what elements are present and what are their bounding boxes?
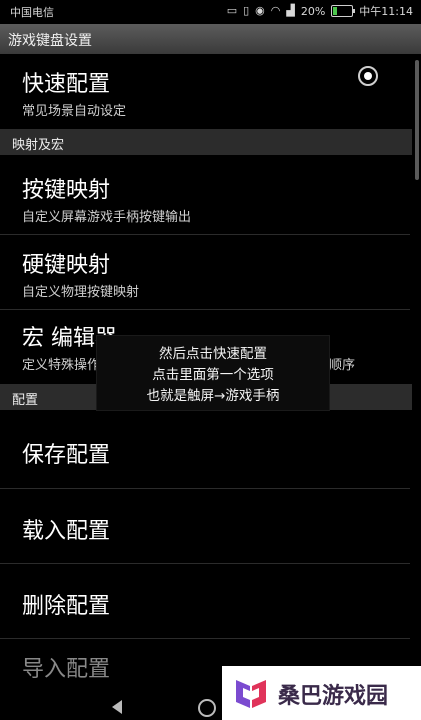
back-icon[interactable] [112, 700, 122, 714]
pref-summary: 常见场景自动设定 [22, 104, 127, 119]
pref-summary: 自定义物理按键映射 [22, 285, 140, 300]
home-icon[interactable] [198, 699, 216, 717]
pref-title: 载入配置 [22, 519, 111, 544]
pref-title: 快速配置 [22, 72, 111, 97]
wifi-icon: ◠ [270, 4, 281, 17]
radio-dot [364, 72, 372, 80]
category-mapping: 映射及宏 [0, 129, 412, 155]
quick-config-radio[interactable] [358, 66, 378, 86]
overlay-line: 也就是触屏→游戏手柄 [146, 388, 280, 404]
vibrate-icon: ▯ [243, 4, 250, 17]
cast-icon: ▭ [226, 4, 238, 17]
watermark: 桑巴游戏园 [222, 666, 421, 720]
pref-title: 保存配置 [22, 443, 111, 468]
app-title-bar: 游戏键盘设置 [0, 24, 421, 54]
pref-summary: 自定义屏幕游戏手柄按键输出 [22, 210, 192, 225]
instruction-overlay: 然后点击快速配置 点击里面第一个选项 也就是触屏→游戏手柄 [96, 335, 330, 411]
load-config-item[interactable]: 载入配置 [0, 489, 410, 563]
pref-title: 删除配置 [22, 594, 111, 619]
overlay-line: 点击里面第一个选项 [152, 367, 274, 383]
pref-summary: 定义特殊操作 [22, 358, 101, 373]
battery-icon [331, 5, 356, 17]
carrier-label: 中国电信 [10, 6, 54, 19]
pref-title: 导入配置 [22, 657, 111, 682]
hard-key-mapping-item[interactable]: 硬键映射 自定义物理按键映射 [0, 235, 410, 309]
battery-fill [333, 7, 337, 15]
key-mapping-item[interactable]: 按键映射 自定义屏幕游戏手柄按键输出 [0, 156, 410, 234]
quick-config-item[interactable]: 快速配置 常见场景自动设定 [0, 56, 410, 128]
signal-icon: ▟ [286, 4, 295, 17]
watermark-text: 桑巴游戏园 [278, 684, 389, 709]
save-config-item[interactable]: 保存配置 [0, 411, 410, 487]
status-bar: 中国电信 ▭ ▯ ◉ ◠ ▟ 20% 中午11:14 [0, 0, 421, 22]
overlay-line: 然后点击快速配置 [159, 346, 267, 362]
clock: 中午11:14 [359, 5, 413, 18]
delete-config-item[interactable]: 删除配置 [0, 564, 410, 638]
eye-icon: ◉ [255, 4, 265, 17]
page-title: 游戏键盘设置 [8, 33, 92, 49]
pref-title: 硬键映射 [22, 253, 111, 278]
battery-percent: 20% [300, 4, 326, 18]
scrollbar[interactable] [415, 60, 419, 180]
category-header: 映射及宏 [12, 138, 65, 153]
watermark-logo-icon [236, 680, 266, 708]
pref-title: 按键映射 [22, 178, 111, 203]
category-header: 配置 [12, 393, 39, 408]
